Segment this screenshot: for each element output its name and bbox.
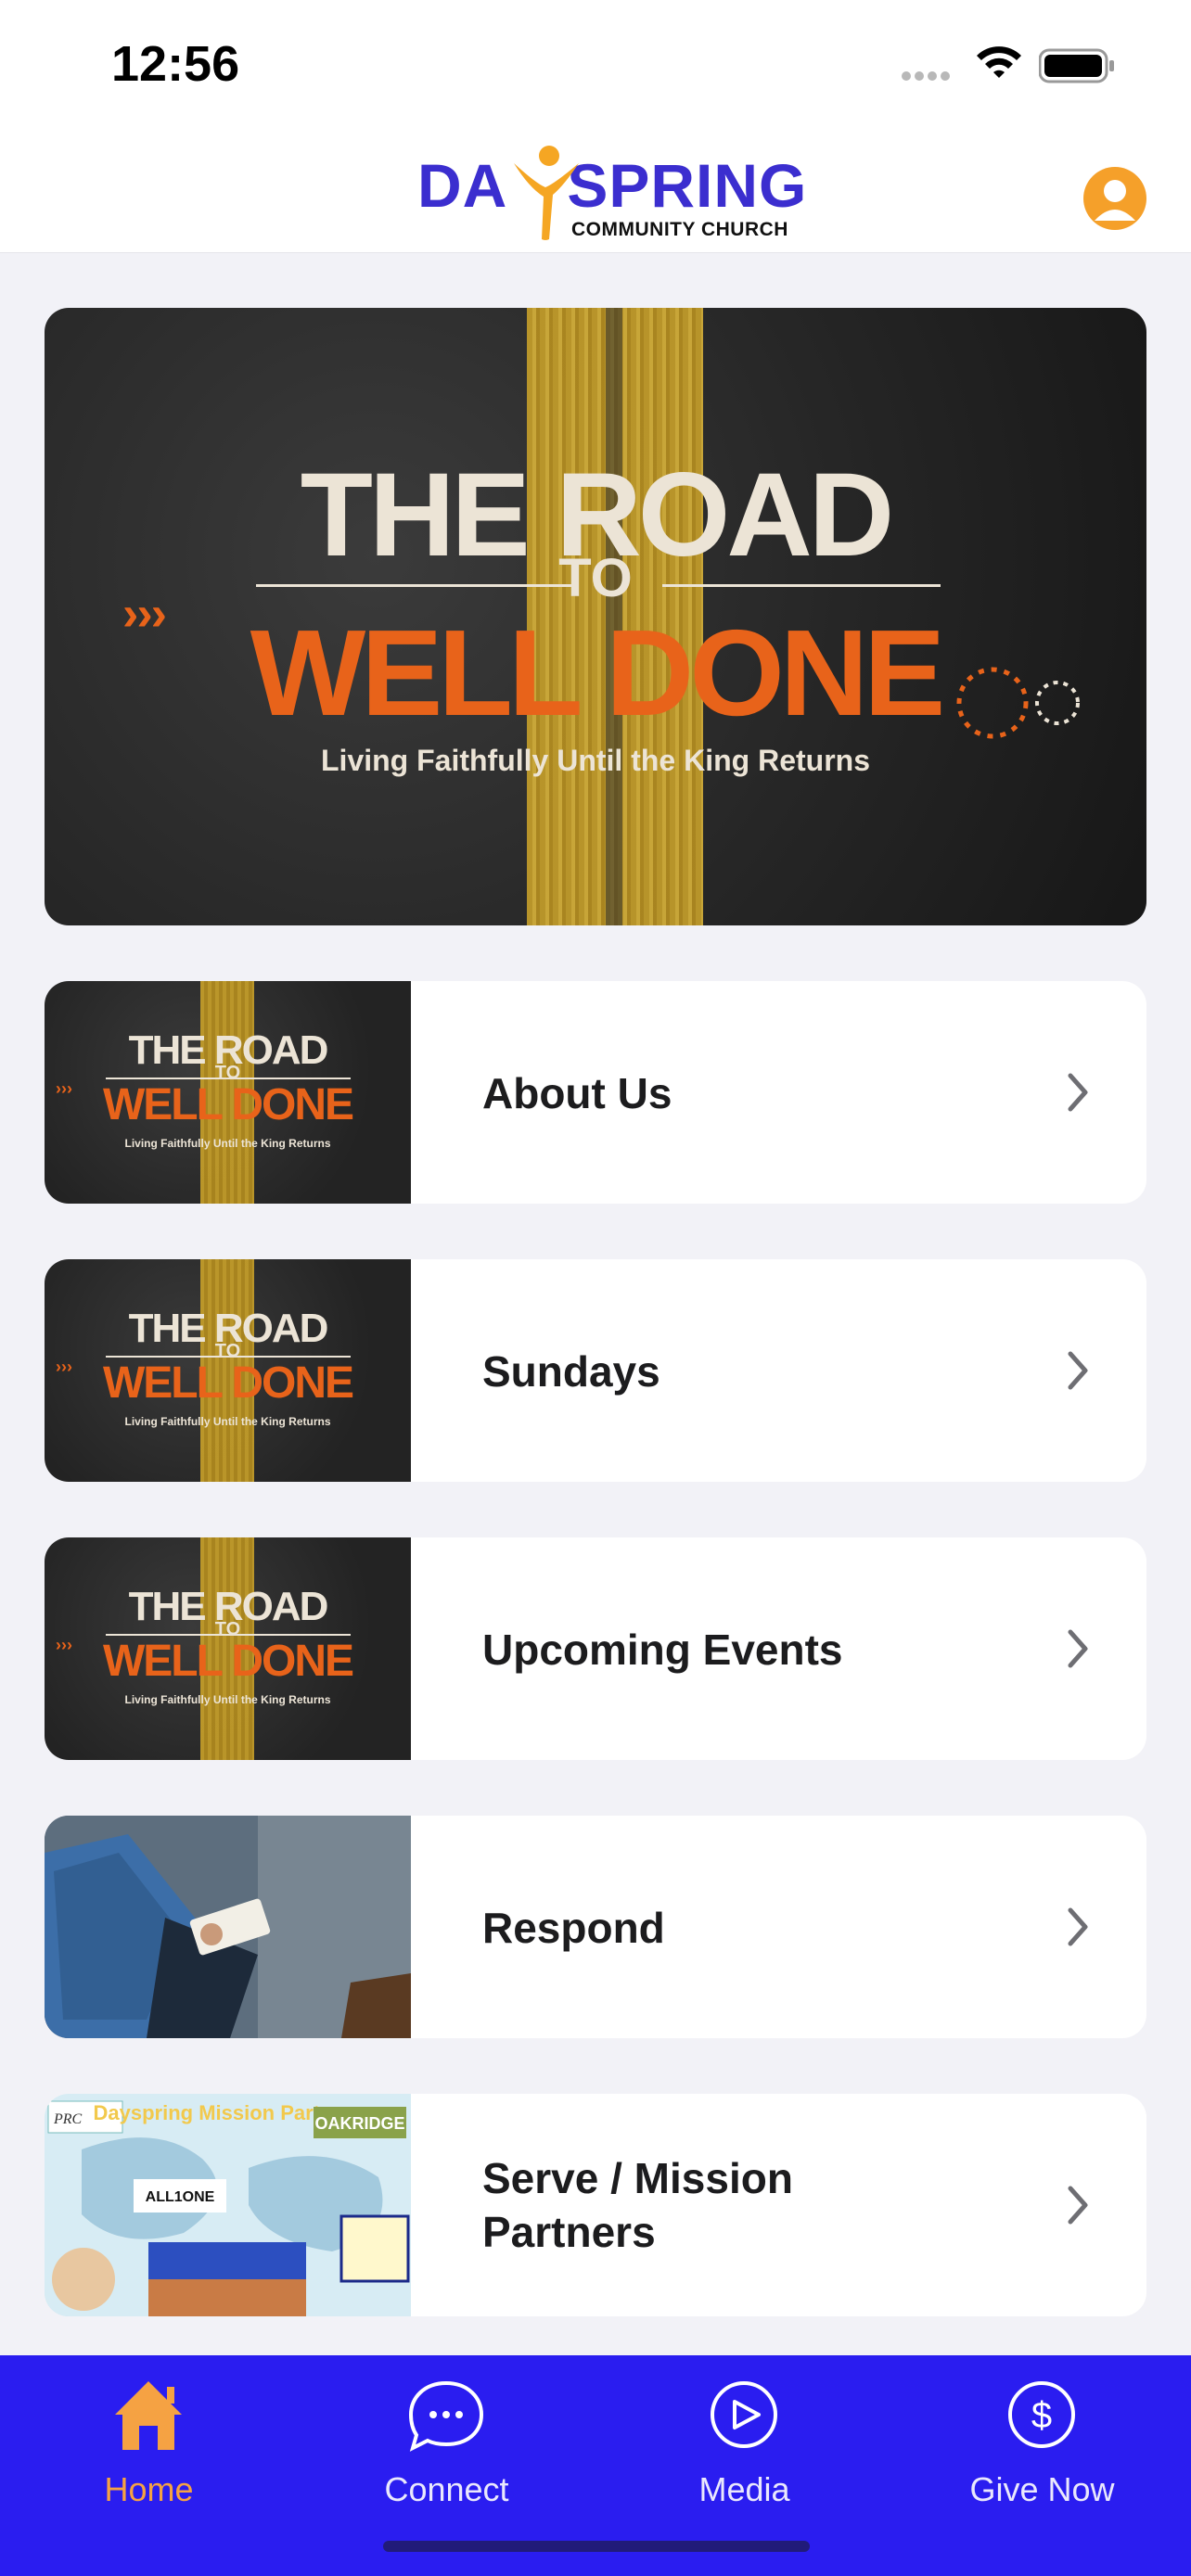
chevron-right-icon (1068, 1629, 1088, 1668)
profile-button[interactable] (1083, 167, 1146, 230)
chevron-right-icon (1068, 1351, 1088, 1390)
chevron-right-icon (1068, 1907, 1088, 1946)
tab-label: Give Now (969, 2470, 1115, 2508)
battery-icon (1039, 48, 1114, 83)
home-indicator[interactable] (383, 2541, 810, 2552)
list-item-serve-mission-partners[interactable]: PRC Dayspring Mission Partners OAKRIDGE … (45, 2094, 1146, 2316)
list-item-label: Upcoming Events (482, 1626, 843, 1674)
banner-tagline: Living Faithfully Until the King Returns (321, 744, 870, 777)
play-circle-icon (711, 2381, 777, 2448)
tab-home[interactable]: Home (0, 2374, 298, 2513)
wifi-icon (977, 46, 1021, 78)
tab-label: Connect (384, 2470, 509, 2508)
banner-title-line2: TO (558, 548, 633, 608)
chevron-right-icon (1068, 1073, 1088, 1112)
mission-partners-collage-image: PRC Dayspring Mission Partners OAKRIDGE … (45, 2094, 411, 2316)
row-thumbnail-collage: PRC Dayspring Mission Partners OAKRIDGE … (45, 2094, 411, 2316)
dashed-rings-icon (956, 667, 1080, 739)
home-icon (115, 2381, 182, 2450)
dollar-circle-icon: $ (1008, 2381, 1075, 2448)
hero-banner[interactable]: ››› THE ROAD TO WELL DONE Living Faithfu… (45, 308, 1146, 925)
dayspring-logo[interactable]: DA SPRING COMMUNITY CHURCH (417, 143, 806, 245)
list-item-upcoming-events[interactable]: ››› THE ROAD TO WELL DONE Living Faithfu… (45, 1537, 1146, 1760)
chat-bubble-icon (408, 2380, 484, 2452)
tab-connect[interactable]: Connect (298, 2374, 596, 2513)
svg-text:OAKRIDGE: OAKRIDGE (314, 2114, 404, 2133)
list-item-sundays[interactable]: ››› THE ROAD TO WELL DONE Living Faithfu… (45, 1259, 1146, 1482)
list-item-label: Respond (482, 1904, 665, 1952)
tab-label: Home (104, 2470, 194, 2508)
status-time: 12:56 (111, 36, 240, 92)
list-item-label: Serve / Mission Partners (482, 2154, 793, 2256)
logo-wordmark: DA SPRING (417, 151, 808, 220)
svg-text:ALL1ONE: ALL1ONE (146, 2189, 215, 2205)
signal-icon (902, 69, 954, 85)
person-reading-image (45, 1816, 411, 2038)
row-thumbnail-photo (45, 1816, 411, 2038)
list-item-label: About Us (482, 1069, 672, 1117)
app-header: DA SPRING COMMUNITY CHURCH (0, 130, 1191, 253)
svg-text:$: $ (1031, 2395, 1052, 2436)
tab-media[interactable]: Media (596, 2374, 893, 2513)
list-item-label: Sundays (482, 1347, 660, 1396)
svg-text:PRC: PRC (53, 2111, 83, 2127)
row-thumbnail: ››› THE ROAD TO WELL DONE Living Faithfu… (45, 1259, 411, 1482)
row-thumbnail: ››› THE ROAD TO WELL DONE Living Faithfu… (45, 1537, 411, 1760)
user-icon (1095, 180, 1135, 221)
chevron-right-icon (1068, 2186, 1088, 2225)
list-item-respond[interactable]: Respond (45, 1816, 1146, 2038)
logo-subtitle: COMMUNITY CHURCH (571, 219, 788, 240)
status-bar: 12:56 (0, 0, 1191, 130)
tab-give-now[interactable]: $ Give Now (893, 2374, 1191, 2513)
row-thumbnail: ››› THE ROAD TO WELL DONE Living Faithfu… (45, 981, 411, 1204)
list-item-about-us[interactable]: ››› THE ROAD TO WELL DONE Living Faithfu… (45, 981, 1146, 1204)
tab-label: Media (698, 2470, 790, 2508)
